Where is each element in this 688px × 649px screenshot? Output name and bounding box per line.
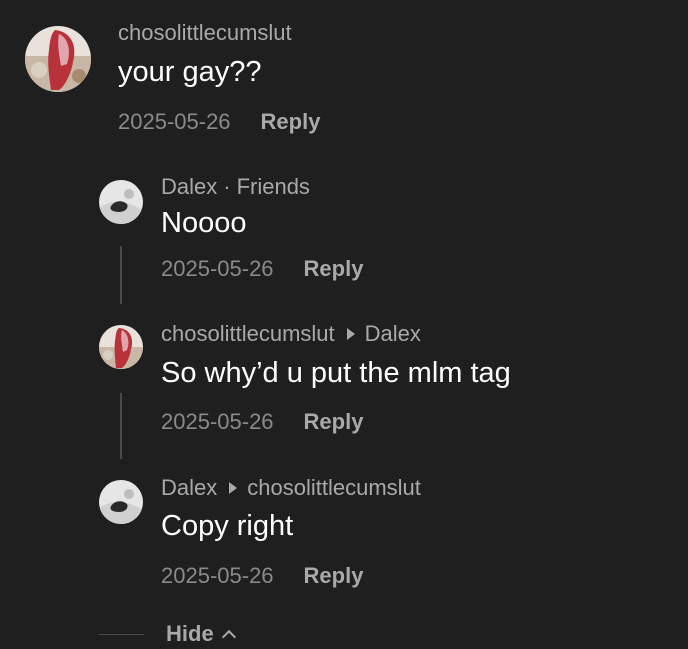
chevron-up-icon[interactable]	[221, 629, 236, 644]
comment-text: Noooo	[161, 207, 247, 239]
avatar-image-icon	[99, 325, 143, 369]
author-name[interactable]: chosolittlecumslut	[118, 20, 292, 46]
reply-button[interactable]: Reply	[261, 109, 321, 135]
reply-button[interactable]: Reply	[304, 563, 364, 589]
comment-text: Copy right	[161, 510, 294, 542]
avatar-image-icon	[99, 180, 143, 224]
avatar[interactable]	[99, 325, 143, 369]
comment-date: 2025-05-26	[161, 563, 274, 588]
reply-arrow-icon	[229, 482, 238, 494]
author-name[interactable]: chosolittlecumslut	[161, 321, 335, 347]
comment-footer: 2025-05-26 Reply	[161, 256, 363, 282]
comment-meta: chosolittlecumslut	[118, 20, 292, 46]
avatar[interactable]	[25, 26, 91, 92]
comment-footer: 2025-05-26 Reply	[161, 563, 363, 589]
hide-replies-row: Hide	[98, 621, 236, 647]
reply-arrow-icon	[346, 328, 355, 340]
hide-replies-button[interactable]: Hide	[166, 621, 214, 647]
comment-footer: 2025-05-26 Reply	[161, 409, 363, 435]
reply-to-name[interactable]: Dalex	[365, 321, 421, 347]
comment-date: 2025-05-26	[161, 409, 274, 434]
hide-divider	[98, 633, 144, 635]
author-name[interactable]: Dalex	[161, 174, 217, 200]
comment-text: So why’d u put the mlm tag	[161, 357, 511, 389]
thread-line	[120, 393, 122, 459]
comment-footer: 2025-05-26 Reply	[118, 109, 320, 135]
avatar[interactable]	[99, 480, 143, 524]
reply-button[interactable]: Reply	[304, 256, 364, 282]
author-name[interactable]: Dalex	[161, 475, 217, 501]
avatar-image-icon	[25, 26, 91, 92]
comment-meta: Dalex chosolittlecumslut	[161, 475, 421, 501]
comment-meta: chosolittlecumslut Dalex	[161, 321, 421, 347]
comment-date: 2025-05-26	[118, 109, 231, 134]
reply-to-name[interactable]: chosolittlecumslut	[247, 475, 421, 501]
thread-line	[120, 246, 122, 304]
reply-button[interactable]: Reply	[304, 409, 364, 435]
comment-date: 2025-05-26	[161, 256, 274, 281]
avatar[interactable]	[99, 180, 143, 224]
avatar-image-icon	[99, 480, 143, 524]
meta-separator: ·	[223, 174, 231, 199]
comment-meta: Dalex · Friends	[161, 174, 310, 200]
comment-text: your gay??	[118, 56, 262, 88]
friends-tag: Friends	[236, 174, 310, 199]
